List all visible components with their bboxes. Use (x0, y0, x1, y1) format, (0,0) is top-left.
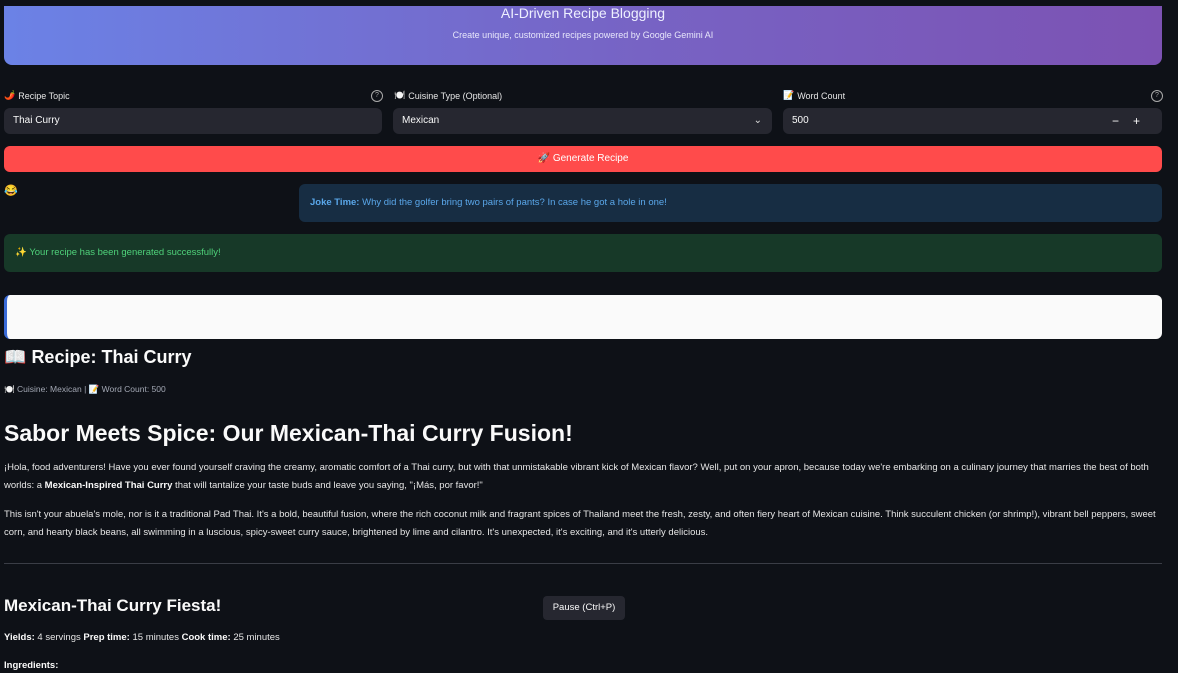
ingredients-heading: Ingredients: (4, 660, 59, 671)
meta-cuisine: Cuisine: Mexican (16, 384, 82, 394)
pause-tooltip-button[interactable]: Pause (Ctrl+P) (543, 596, 625, 620)
yields-label: Yields: (4, 632, 35, 643)
success-text: Your recipe has been generated successfu… (29, 247, 221, 258)
help-icon[interactable]: ? (371, 90, 383, 102)
recipe-topic-label: 🌶️ Recipe Topic (4, 90, 70, 101)
recipe-yields-line: Yields: 4 servings Prep time: 15 minutes… (4, 632, 280, 643)
sparkles-icon: ✨ (15, 247, 27, 258)
joke-info-box: Joke Time: Why did the golfer bring two … (299, 184, 1162, 222)
cook-value: 25 minutes (230, 632, 280, 643)
word-count-label-text: Word Count (797, 90, 846, 101)
generate-recipe-label: Generate Recipe (552, 153, 629, 164)
intro-paragraph: ¡Hola, food adventurers! Have you ever f… (4, 459, 1159, 495)
memo-icon: 📝 (88, 384, 100, 394)
recipe-topic-input[interactable]: Thai Curry (4, 108, 382, 134)
generate-recipe-button[interactable]: 🚀 Generate Recipe (4, 146, 1162, 172)
divider (4, 563, 1162, 564)
recipe-heading-text: Recipe: Thai Curry (31, 347, 192, 367)
chevron-down-icon[interactable]: ⌄ (754, 108, 762, 134)
open-book-icon: 📖 (4, 347, 27, 367)
recipe-topic-label-text: Recipe Topic (18, 90, 70, 101)
app-subtitle: Create unique, customized recipes powere… (452, 30, 714, 40)
meta-word-count: Word Count: 500 (101, 384, 166, 394)
word-count-input[interactable]: 500 −+ (783, 108, 1162, 134)
app-header-banner: AI-Driven Recipe Blogging Create unique,… (4, 5, 1162, 65)
increment-button[interactable]: + (1133, 114, 1154, 128)
intro-text-end: that will tantalize your taste buds and … (172, 480, 483, 491)
intro-bold-dish: Mexican-Inspired Thai Curry (44, 480, 173, 491)
plate-icon: 🍽️ (4, 384, 15, 394)
fusion-paragraph: This isn't your abuela's mole, nor is it… (4, 509, 1156, 538)
cook-label: Cook time: (181, 632, 231, 643)
cuisine-type-label: 🍽️ Cuisine Type (Optional) (394, 90, 502, 101)
cuisine-type-select[interactable]: Mexican ⌄ (393, 108, 772, 134)
memo-icon: 📝 (783, 90, 795, 100)
word-count-value: 500 (792, 115, 809, 126)
app-title: AI-Driven Recipe Blogging (500, 5, 666, 21)
cuisine-selected-value: Mexican (402, 115, 440, 126)
prep-value: 15 minutes (129, 632, 182, 643)
blank-output-box (4, 295, 1162, 339)
prep-label: Prep time: (83, 632, 130, 643)
success-alert: ✨ Your recipe has been generated success… (4, 234, 1162, 272)
yields-value: 4 servings (34, 632, 84, 643)
plate-icon: 🍽️ (394, 90, 406, 100)
meta-separator: | (84, 384, 87, 394)
decrement-button[interactable]: − (1112, 114, 1133, 128)
cuisine-type-label-text: Cuisine Type (Optional) (408, 90, 503, 101)
blog-title: Sabor Meets Spice: Our Mexican-Thai Curr… (4, 420, 573, 446)
section-title: Mexican-Thai Curry Fiesta! (4, 596, 222, 615)
word-count-stepper[interactable]: −+ (1112, 108, 1154, 134)
laughing-emoji-icon: 😂 (4, 185, 18, 197)
recipe-meta: 🍽️ Cuisine: Mexican | 📝 Word Count: 500 (4, 384, 166, 395)
help-icon[interactable]: ? (1151, 90, 1163, 102)
word-count-label: 📝 Word Count (783, 90, 845, 101)
rocket-icon: 🚀 (537, 153, 551, 164)
chili-pepper-icon: 🌶️ (4, 90, 16, 100)
joke-text: Why did the golfer bring two pairs of pa… (359, 197, 667, 208)
joke-prefix: Joke Time: (310, 197, 360, 208)
recipe-heading: 📖 Recipe: Thai Curry (4, 347, 191, 368)
